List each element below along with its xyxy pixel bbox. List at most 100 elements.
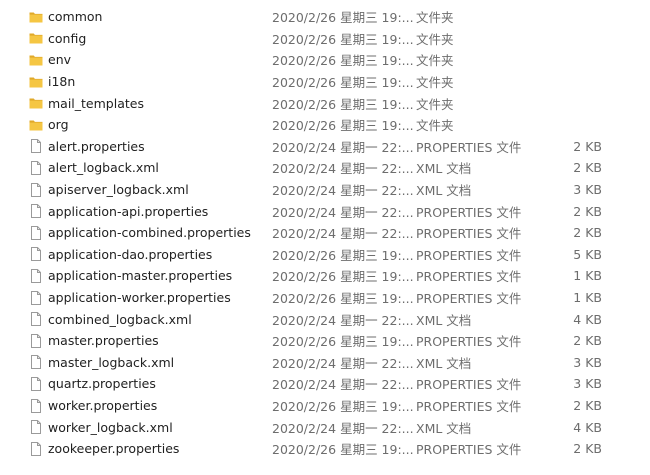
file-modified-date: 2020/2/26 星期三 19:... <box>272 118 414 134</box>
file-modified-date: 2020/2/26 星期三 19:... <box>272 75 414 91</box>
file-icon <box>29 290 43 305</box>
file-name: alert.properties <box>48 138 145 154</box>
file-size: 3 KB <box>573 182 602 198</box>
file-name: org <box>48 117 69 133</box>
file-size: 4 KB <box>573 311 602 327</box>
file-modified-date: 2020/2/26 星期三 19:... <box>272 247 414 263</box>
file-type: PROPERTIES 文件 <box>416 377 522 393</box>
file-row[interactable]: common 2020/2/26 星期三 19:... 文件夹 <box>0 6 650 28</box>
file-modified-date: 2020/2/24 星期一 22:... <box>272 139 414 155</box>
file-icon <box>29 182 43 197</box>
file-modified-date: 2020/2/26 星期三 19:... <box>272 399 414 415</box>
file-row[interactable]: alert.properties 2020/2/24 星期一 22:... PROP… <box>0 136 650 158</box>
file-row[interactable]: worker_logback.xml 2020/2/24 星期一 22:... XM… <box>0 416 650 438</box>
file-modified-date: 2020/2/24 星期一 22:... <box>272 312 414 328</box>
file-row[interactable]: application-master.properties 2020/2/26 星… <box>0 265 650 287</box>
file-modified-date: 2020/2/24 星期一 22:... <box>272 183 414 199</box>
file-modified-date: 2020/2/26 星期三 19:... <box>272 291 414 307</box>
file-icon <box>29 441 43 456</box>
file-icon <box>29 225 43 240</box>
file-name: apiserver_logback.xml <box>48 182 189 198</box>
file-row[interactable]: combined_logback.xml 2020/2/24 星期一 22:...… <box>0 308 650 330</box>
file-name: common <box>48 9 103 25</box>
file-type: 文件夹 <box>416 10 454 26</box>
file-row[interactable]: application-api.properties 2020/2/24 星期一 … <box>0 200 650 222</box>
file-icon <box>29 398 43 413</box>
file-row[interactable]: master_logback.xml 2020/2/24 星期一 22:... XM… <box>0 352 650 374</box>
file-name: application-combined.properties <box>48 225 251 241</box>
file-type: PROPERTIES 文件 <box>416 247 522 263</box>
file-type: PROPERTIES 文件 <box>416 291 522 307</box>
file-name: alert_logback.xml <box>48 160 159 176</box>
file-row[interactable]: i18n 2020/2/26 星期三 19:... 文件夹 <box>0 71 650 93</box>
file-modified-date: 2020/2/24 星期一 22:... <box>272 420 414 436</box>
file-row[interactable]: worker.properties 2020/2/26 星期三 19:... PRO… <box>0 395 650 417</box>
file-name: i18n <box>48 74 76 90</box>
file-size: 2 KB <box>573 203 602 219</box>
file-type: PROPERTIES 文件 <box>416 204 522 220</box>
folder-icon <box>29 96 43 110</box>
file-type: PROPERTIES 文件 <box>416 334 522 350</box>
file-icon <box>29 333 43 348</box>
file-modified-date: 2020/2/26 星期三 19:... <box>272 334 414 350</box>
file-modified-date: 2020/2/26 星期三 19:... <box>272 269 414 285</box>
file-row[interactable]: env 2020/2/26 星期三 19:... 文件夹 <box>0 49 650 71</box>
file-row[interactable]: application-worker.properties 2020/2/26 星… <box>0 287 650 309</box>
file-row[interactable]: mail_templates 2020/2/26 星期三 19:... 文件夹 <box>0 92 650 114</box>
file-size: 2 KB <box>573 398 602 414</box>
file-icon <box>29 355 43 370</box>
file-row[interactable]: config 2020/2/26 星期三 19:... 文件夹 <box>0 28 650 50</box>
file-name: application-dao.properties <box>48 246 213 262</box>
file-type: 文件夹 <box>416 96 454 112</box>
file-icon <box>29 312 43 327</box>
file-type: PROPERTIES 文件 <box>416 226 522 242</box>
file-name: application-api.properties <box>48 203 209 219</box>
file-name: application-worker.properties <box>48 290 231 306</box>
folder-icon <box>29 118 43 132</box>
file-icon <box>29 160 43 175</box>
file-row[interactable]: alert_logback.xml 2020/2/24 星期一 22:... XML… <box>0 157 650 179</box>
file-name: zookeeper.properties <box>48 441 180 457</box>
folder-icon <box>29 53 43 67</box>
file-size: 2 KB <box>573 441 602 457</box>
file-name: config <box>48 30 87 46</box>
file-modified-date: 2020/2/24 星期一 22:... <box>272 204 414 220</box>
file-size: 1 KB <box>573 268 602 284</box>
file-size: 2 KB <box>573 225 602 241</box>
file-type: XML 文档 <box>416 420 472 436</box>
file-size: 1 KB <box>573 290 602 306</box>
file-size: 2 KB <box>573 160 602 176</box>
file-name: quartz.properties <box>48 376 156 392</box>
file-icon <box>29 420 43 435</box>
file-row[interactable]: apiserver_logback.xml 2020/2/24 星期一 22:..… <box>0 179 650 201</box>
file-modified-date: 2020/2/24 星期一 22:... <box>272 355 414 371</box>
file-row[interactable]: master.properties 2020/2/26 星期三 19:... PRO… <box>0 330 650 352</box>
file-list: common 2020/2/26 星期三 19:... 文件夹 config 2020/… <box>0 0 650 475</box>
folder-icon <box>29 31 43 45</box>
file-row[interactable]: application-dao.properties 2020/2/26 星期三 … <box>0 244 650 266</box>
file-type: XML 文档 <box>416 355 472 371</box>
file-type: 文件夹 <box>416 118 454 134</box>
file-size: 2 KB <box>573 138 602 154</box>
folder-icon <box>29 10 43 24</box>
file-icon <box>29 268 43 283</box>
file-size: 3 KB <box>573 354 602 370</box>
file-row[interactable]: org 2020/2/26 星期三 19:... 文件夹 <box>0 114 650 136</box>
file-type: XML 文档 <box>416 312 472 328</box>
file-type: PROPERTIES 文件 <box>416 399 522 415</box>
file-type: 文件夹 <box>416 75 454 91</box>
file-row[interactable]: quartz.properties 2020/2/24 星期一 22:... PRO… <box>0 373 650 395</box>
file-row[interactable]: zookeeper.properties 2020/2/26 星期三 19:...… <box>0 438 650 460</box>
file-modified-date: 2020/2/26 星期三 19:... <box>272 31 414 47</box>
file-modified-date: 2020/2/26 星期三 19:... <box>272 53 414 69</box>
file-type: 文件夹 <box>416 31 454 47</box>
file-modified-date: 2020/2/26 星期三 19:... <box>272 10 414 26</box>
file-type: 文件夹 <box>416 53 454 69</box>
file-size: 4 KB <box>573 419 602 435</box>
file-name: mail_templates <box>48 95 144 111</box>
file-name: worker_logback.xml <box>48 419 173 435</box>
file-row[interactable]: application-combined.properties 2020/2/24… <box>0 222 650 244</box>
file-modified-date: 2020/2/24 星期一 22:... <box>272 377 414 393</box>
file-type: XML 文档 <box>416 161 472 177</box>
file-modified-date: 2020/2/24 星期一 22:... <box>272 226 414 242</box>
